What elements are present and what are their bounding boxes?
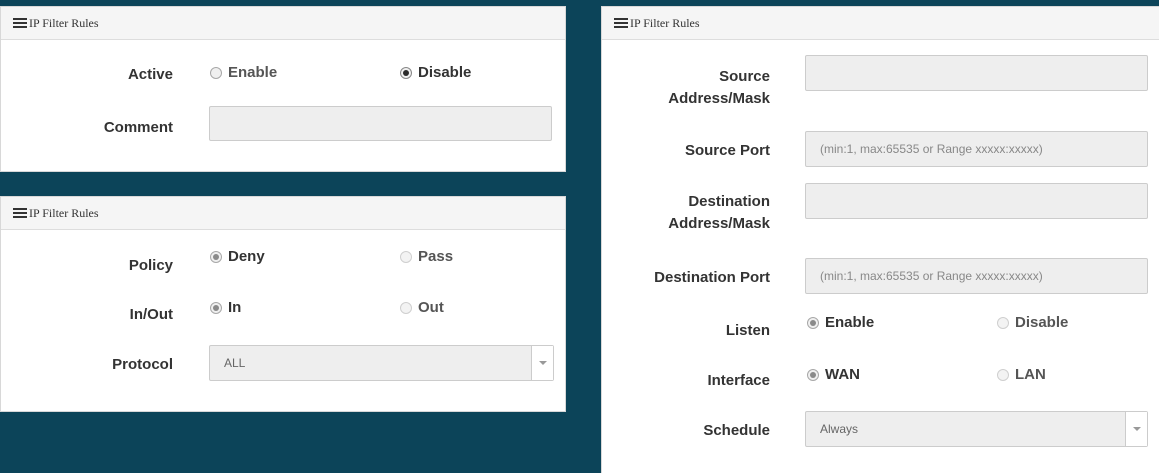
- policy-label: Policy: [128, 257, 173, 274]
- panel-header: IP Filter Rules: [1, 7, 565, 40]
- schedule-select[interactable]: Always: [805, 411, 1148, 447]
- chevron-down-icon: [1125, 412, 1147, 446]
- destination-address-label: Destination Address/Mask: [668, 193, 770, 232]
- radio-selected-icon: [210, 301, 222, 314]
- panel-title: IP Filter Rules: [29, 205, 99, 220]
- panel-header: IP Filter Rules: [602, 7, 1159, 40]
- source-port-input[interactable]: (min:1, max:65535 or Range xxxxx:xxxxx): [805, 131, 1148, 167]
- panel-title: IP Filter Rules: [29, 15, 99, 30]
- destination-port-label: Destination Port: [654, 269, 770, 286]
- active-label: Active: [127, 66, 173, 83]
- chevron-down-icon: [531, 346, 553, 380]
- list-icon: [13, 208, 27, 218]
- source-port-label: Source Port: [684, 142, 770, 159]
- policy-pass-radio[interactable]: Pass: [400, 248, 453, 265]
- destination-port-input[interactable]: (min:1, max:65535 or Range xxxxx:xxxxx): [805, 258, 1148, 294]
- schedule-label: Schedule: [703, 422, 770, 439]
- active-enable-radio[interactable]: Enable: [210, 64, 277, 81]
- policy-deny-radio[interactable]: Deny: [210, 248, 265, 265]
- comment-label: Comment: [103, 119, 173, 136]
- radio-selected-icon: [400, 66, 412, 79]
- radio-icon: [210, 66, 222, 79]
- active-disable-radio[interactable]: Disable: [400, 64, 471, 81]
- radio-selected-icon: [807, 368, 819, 381]
- schedule-value: Always: [820, 422, 859, 436]
- ip-filter-panel-address: IP Filter Rules Source Address/Mask Sour…: [601, 6, 1159, 473]
- ip-filter-panel-policy: IP Filter Rules Policy Deny Pass In/Out …: [0, 196, 566, 412]
- list-icon: [13, 18, 27, 28]
- protocol-select[interactable]: ALL: [209, 345, 554, 381]
- inout-label: In/Out: [129, 306, 173, 323]
- radio-icon: [997, 368, 1009, 381]
- interface-wan-radio[interactable]: WAN: [807, 366, 860, 383]
- radio-icon: [400, 250, 412, 263]
- ip-filter-panel-general: IP Filter Rules Active Enable Disable Co…: [0, 6, 566, 172]
- list-icon: [614, 18, 628, 28]
- listen-disable-radio[interactable]: Disable: [997, 314, 1068, 331]
- protocol-value: ALL: [224, 356, 246, 370]
- radio-selected-icon: [210, 250, 222, 263]
- inout-in-radio[interactable]: In: [210, 299, 241, 316]
- radio-icon: [400, 301, 412, 314]
- inout-out-radio[interactable]: Out: [400, 299, 444, 316]
- listen-label: Listen: [725, 322, 770, 339]
- comment-input[interactable]: [209, 106, 552, 141]
- destination-address-input[interactable]: [805, 183, 1148, 219]
- panel-title: IP Filter Rules: [630, 15, 700, 30]
- listen-enable-radio[interactable]: Enable: [807, 314, 874, 331]
- interface-lan-radio[interactable]: LAN: [997, 366, 1046, 383]
- radio-icon: [997, 316, 1009, 329]
- source-address-label: Source Address/Mask: [668, 68, 770, 107]
- radio-selected-icon: [807, 316, 819, 329]
- protocol-label: Protocol: [112, 356, 173, 373]
- interface-label: Interface: [707, 372, 770, 389]
- panel-header: IP Filter Rules: [1, 197, 565, 230]
- source-address-input[interactable]: [805, 55, 1148, 91]
